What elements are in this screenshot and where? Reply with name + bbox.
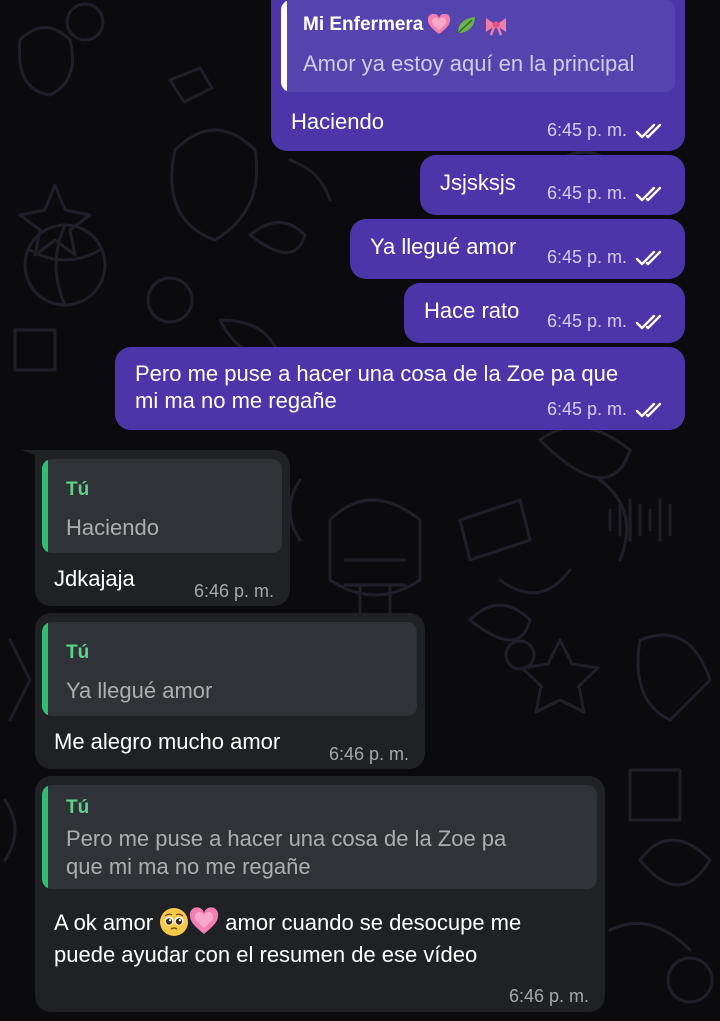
reply-author-name: Tú	[66, 479, 90, 500]
reply-quoted-text: Haciendo	[66, 515, 159, 540]
message-meta: 6:46 p. m.	[194, 581, 274, 602]
double-check-icon	[635, 186, 662, 201]
message-time: 6:46 p. m.	[508, 986, 589, 1006]
ribbon-emoji-icon	[486, 18, 507, 36]
message-meta: 6:45 p. m.	[547, 399, 667, 420]
message-bubble-outgoing[interactable]: Hace rato 6:45 p. m.	[404, 283, 685, 343]
message-time: 6:46 p. m.	[328, 744, 409, 764]
reply-quoted-text-line-2: que mi ma no me regañe	[66, 854, 311, 879]
message-bubble-incoming[interactable]: Tú Pero me puse a hacer una cosa de la Z…	[35, 776, 605, 1012]
message-text: Jsjsksjs	[440, 170, 516, 195]
message-meta: 6:45 p. m.	[547, 183, 667, 204]
message-text: Me alegro mucho amor	[54, 729, 281, 754]
reply-quoted-text: Amor ya estoy aquí en la principal	[303, 51, 635, 76]
reply-quote[interactable]: Mi Enfermera Amor ya estoy aquí en la pr…	[281, 0, 675, 92]
reply-quoted-text: Ya llegué amor	[66, 678, 213, 703]
message-time: 6:46 p. m.	[193, 581, 274, 601]
message-text: Hace rato	[424, 298, 520, 323]
message-meta: 6:46 p. m.	[329, 744, 409, 765]
message-meta: 6:45 p. m.	[547, 120, 667, 141]
reply-quote[interactable]: Tú Ya llegué amor	[42, 622, 417, 716]
message-bubble-incoming[interactable]: Tú Haciendo Jdkajaja 6:46 p. m.	[35, 450, 290, 606]
double-check-icon	[635, 250, 662, 265]
pink-heart-emoji-icon	[428, 14, 451, 34]
message-meta: 6:46 p. m.	[509, 986, 589, 1007]
message-time: 6:45 p. m.	[546, 311, 627, 331]
message-meta: 6:45 p. m.	[547, 311, 667, 332]
reply-quote-bar	[42, 622, 48, 716]
double-check-icon	[635, 123, 662, 138]
reply-quote-bar	[42, 785, 48, 889]
message-time: 6:45 p. m.	[546, 247, 627, 267]
message-text-line-2: mi ma no me regañe	[135, 388, 337, 413]
message-bubble-outgoing[interactable]: Ya llegué amor 6:45 p. m.	[350, 219, 685, 279]
message-text-line-1: Pero me puse a hacer una cosa de la Zoe …	[135, 361, 619, 386]
message-text: Ya llegué amor	[370, 234, 517, 259]
reply-author-name: Tú	[66, 642, 90, 663]
reply-quote-bar	[42, 459, 48, 553]
message-bubble-outgoing[interactable]: Pero me puse a hacer una cosa de la Zoe …	[115, 347, 685, 430]
message-bubble-incoming[interactable]: Tú Ya llegué amor Me alegro mucho amor 6…	[35, 613, 425, 769]
reply-quote[interactable]: Tú Haciendo	[42, 459, 282, 553]
message-text: Haciendo	[291, 109, 384, 134]
message-time: 6:45 p. m.	[546, 399, 627, 419]
message-meta: 6:45 p. m.	[547, 247, 667, 268]
double-check-icon	[635, 314, 662, 329]
message-time: 6:45 p. m.	[546, 120, 627, 140]
double-check-icon	[635, 402, 662, 417]
message-time: 6:45 p. m.	[546, 183, 627, 203]
message-bubble-outgoing[interactable]: Mi Enfermera Amor ya estoy aquí en la pr…	[271, 0, 685, 151]
message-bubble-outgoing[interactable]: Jsjsksjs 6:45 p. m.	[420, 155, 685, 215]
reply-quoted-text-line-1: Pero me puse a hacer una cosa de la Zoe …	[66, 826, 507, 851]
leaf-emoji-icon	[457, 17, 476, 34]
pleading-face-emoji-icon	[160, 908, 189, 936]
reply-quote-bar	[281, 0, 287, 92]
message-text-line-1: A ok amor amor cuando se desocupe me	[54, 907, 521, 938]
pink-heart-emoji-icon	[189, 907, 219, 934]
reply-quote[interactable]: Tú Pero me puse a hacer una cosa de la Z…	[42, 785, 597, 889]
message-text-line-2: puede ayudar con el resumen de ese vídeo	[54, 942, 478, 967]
reply-author-name: Mi Enfermera	[303, 14, 509, 36]
message-text-part: amor cuando se desocupe me	[225, 910, 522, 935]
message-text-part: A ok amor	[54, 910, 160, 935]
message-text: Jdkajaja	[54, 566, 135, 591]
reply-author-name: Tú	[66, 797, 90, 818]
